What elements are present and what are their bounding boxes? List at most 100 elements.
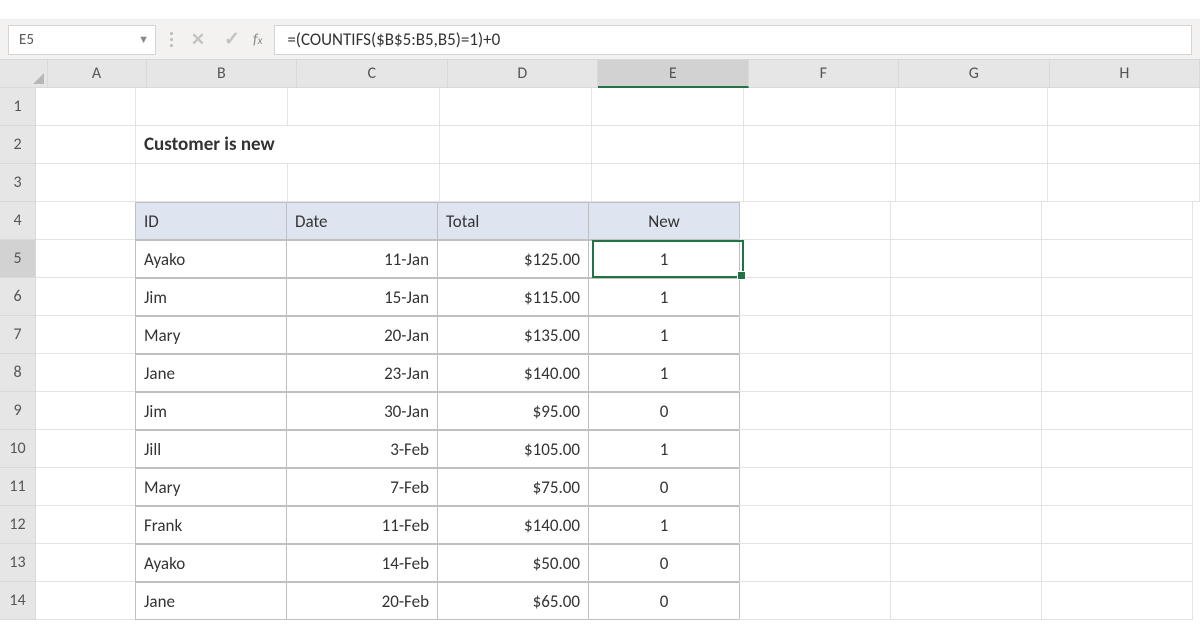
- cell-D12[interactable]: $140.00: [437, 506, 589, 544]
- cell-B14[interactable]: Jane: [135, 582, 287, 620]
- cell-A13[interactable]: [36, 544, 136, 582]
- row-header-8[interactable]: 8: [0, 354, 36, 392]
- cell-B6[interactable]: Jim: [135, 278, 287, 316]
- cell-D6[interactable]: $115.00: [437, 278, 589, 316]
- cell-D8[interactable]: $140.00: [437, 354, 589, 392]
- col-header-F[interactable]: F: [749, 60, 900, 88]
- cell-E14[interactable]: 0: [588, 582, 740, 620]
- cell-C12[interactable]: 11-Feb: [286, 506, 438, 544]
- col-header-C[interactable]: C: [297, 60, 448, 88]
- cell-B3[interactable]: [136, 164, 288, 202]
- cell-E3[interactable]: [592, 164, 744, 202]
- cell-A1[interactable]: [36, 88, 136, 126]
- cell-G3[interactable]: [896, 164, 1048, 202]
- cell-B2[interactable]: Customer is new: [136, 126, 288, 164]
- cell-F6[interactable]: [739, 278, 891, 316]
- cell-C7[interactable]: 20-Jan: [286, 316, 438, 354]
- cell-F5[interactable]: [739, 240, 891, 278]
- cell-H13[interactable]: [1041, 544, 1193, 582]
- col-header-D[interactable]: D: [448, 60, 599, 88]
- cell-A3[interactable]: [36, 164, 136, 202]
- cell-H12[interactable]: [1041, 506, 1193, 544]
- cell-B10[interactable]: Jill: [135, 430, 287, 468]
- fx-icon[interactable]: fx: [249, 31, 274, 49]
- cell-B13[interactable]: Ayako: [135, 544, 287, 582]
- cell-F12[interactable]: [739, 506, 891, 544]
- cell-F3[interactable]: [744, 164, 896, 202]
- cell-D7[interactable]: $135.00: [437, 316, 589, 354]
- cell-H5[interactable]: [1041, 240, 1193, 278]
- cell-G12[interactable]: [890, 506, 1042, 544]
- cell-E13[interactable]: 0: [588, 544, 740, 582]
- cell-G11[interactable]: [890, 468, 1042, 506]
- cell-H7[interactable]: [1041, 316, 1193, 354]
- cell-H6[interactable]: [1041, 278, 1193, 316]
- cell-A5[interactable]: [36, 240, 136, 278]
- cell-H11[interactable]: [1041, 468, 1193, 506]
- row-header-6[interactable]: 6: [0, 278, 36, 316]
- row-header-4[interactable]: 4: [0, 202, 36, 240]
- cell-B5[interactable]: Ayako: [135, 240, 287, 278]
- cell-F7[interactable]: [739, 316, 891, 354]
- cell-C14[interactable]: 20-Feb: [286, 582, 438, 620]
- cell-C9[interactable]: 30-Jan: [286, 392, 438, 430]
- cell-A7[interactable]: [36, 316, 136, 354]
- cell-F11[interactable]: [739, 468, 891, 506]
- col-header-H[interactable]: H: [1050, 60, 1200, 88]
- row-header-12[interactable]: 12: [0, 506, 36, 544]
- cell-D14[interactable]: $65.00: [437, 582, 589, 620]
- cell-H1[interactable]: [1048, 88, 1200, 126]
- cell-G1[interactable]: [896, 88, 1048, 126]
- cell-A9[interactable]: [36, 392, 136, 430]
- cell-E1[interactable]: [592, 88, 744, 126]
- cell-E7[interactable]: 1: [588, 316, 740, 354]
- cell-G5[interactable]: [890, 240, 1042, 278]
- cell-H14[interactable]: [1041, 582, 1193, 620]
- cell-H4[interactable]: [1041, 202, 1193, 240]
- header-date[interactable]: Date: [286, 202, 438, 240]
- cell-F14[interactable]: [739, 582, 891, 620]
- cell-B1[interactable]: [136, 88, 288, 126]
- cell-E10[interactable]: 1: [588, 430, 740, 468]
- header-new[interactable]: New: [588, 202, 740, 240]
- cell-D9[interactable]: $95.00: [437, 392, 589, 430]
- cell-H3[interactable]: [1048, 164, 1200, 202]
- cell-D3[interactable]: [440, 164, 592, 202]
- formula-bar-handle[interactable]: [162, 32, 181, 47]
- row-header-13[interactable]: 13: [0, 544, 36, 582]
- header-id[interactable]: ID: [135, 202, 287, 240]
- cell-C10[interactable]: 3-Feb: [286, 430, 438, 468]
- cell-E2[interactable]: [592, 126, 744, 164]
- cell-C3[interactable]: [288, 164, 440, 202]
- cell-A14[interactable]: [36, 582, 136, 620]
- header-total[interactable]: Total: [437, 202, 589, 240]
- cell-G7[interactable]: [890, 316, 1042, 354]
- row-header-3[interactable]: 3: [0, 164, 36, 202]
- cell-C11[interactable]: 7-Feb: [286, 468, 438, 506]
- cell-F13[interactable]: [739, 544, 891, 582]
- row-header-14[interactable]: 14: [0, 582, 36, 620]
- cell-F4[interactable]: [739, 202, 891, 240]
- cell-D2[interactable]: [440, 126, 592, 164]
- row-header-7[interactable]: 7: [0, 316, 36, 354]
- cell-B8[interactable]: Jane: [135, 354, 287, 392]
- cell-D10[interactable]: $105.00: [437, 430, 589, 468]
- name-box[interactable]: E5 ▼: [8, 25, 156, 55]
- cell-C5[interactable]: 11-Jan: [286, 240, 438, 278]
- col-header-B[interactable]: B: [147, 60, 298, 88]
- cell-C6[interactable]: 15-Jan: [286, 278, 438, 316]
- col-header-E[interactable]: E: [598, 60, 749, 88]
- cell-D5[interactable]: $125.00: [437, 240, 589, 278]
- cell-E6[interactable]: 1: [588, 278, 740, 316]
- cell-B12[interactable]: Frank: [135, 506, 287, 544]
- cell-E12[interactable]: 1: [588, 506, 740, 544]
- cell-A2[interactable]: [36, 126, 136, 164]
- formula-input[interactable]: =(COUNTIFS($B$5:B5,B5)=1)+0: [274, 25, 1192, 55]
- cell-H8[interactable]: [1041, 354, 1193, 392]
- row-header-2[interactable]: 2: [0, 126, 36, 164]
- cell-H9[interactable]: [1041, 392, 1193, 430]
- cell-G4[interactable]: [890, 202, 1042, 240]
- cell-G14[interactable]: [890, 582, 1042, 620]
- cell-A4[interactable]: [36, 202, 136, 240]
- cell-A6[interactable]: [36, 278, 136, 316]
